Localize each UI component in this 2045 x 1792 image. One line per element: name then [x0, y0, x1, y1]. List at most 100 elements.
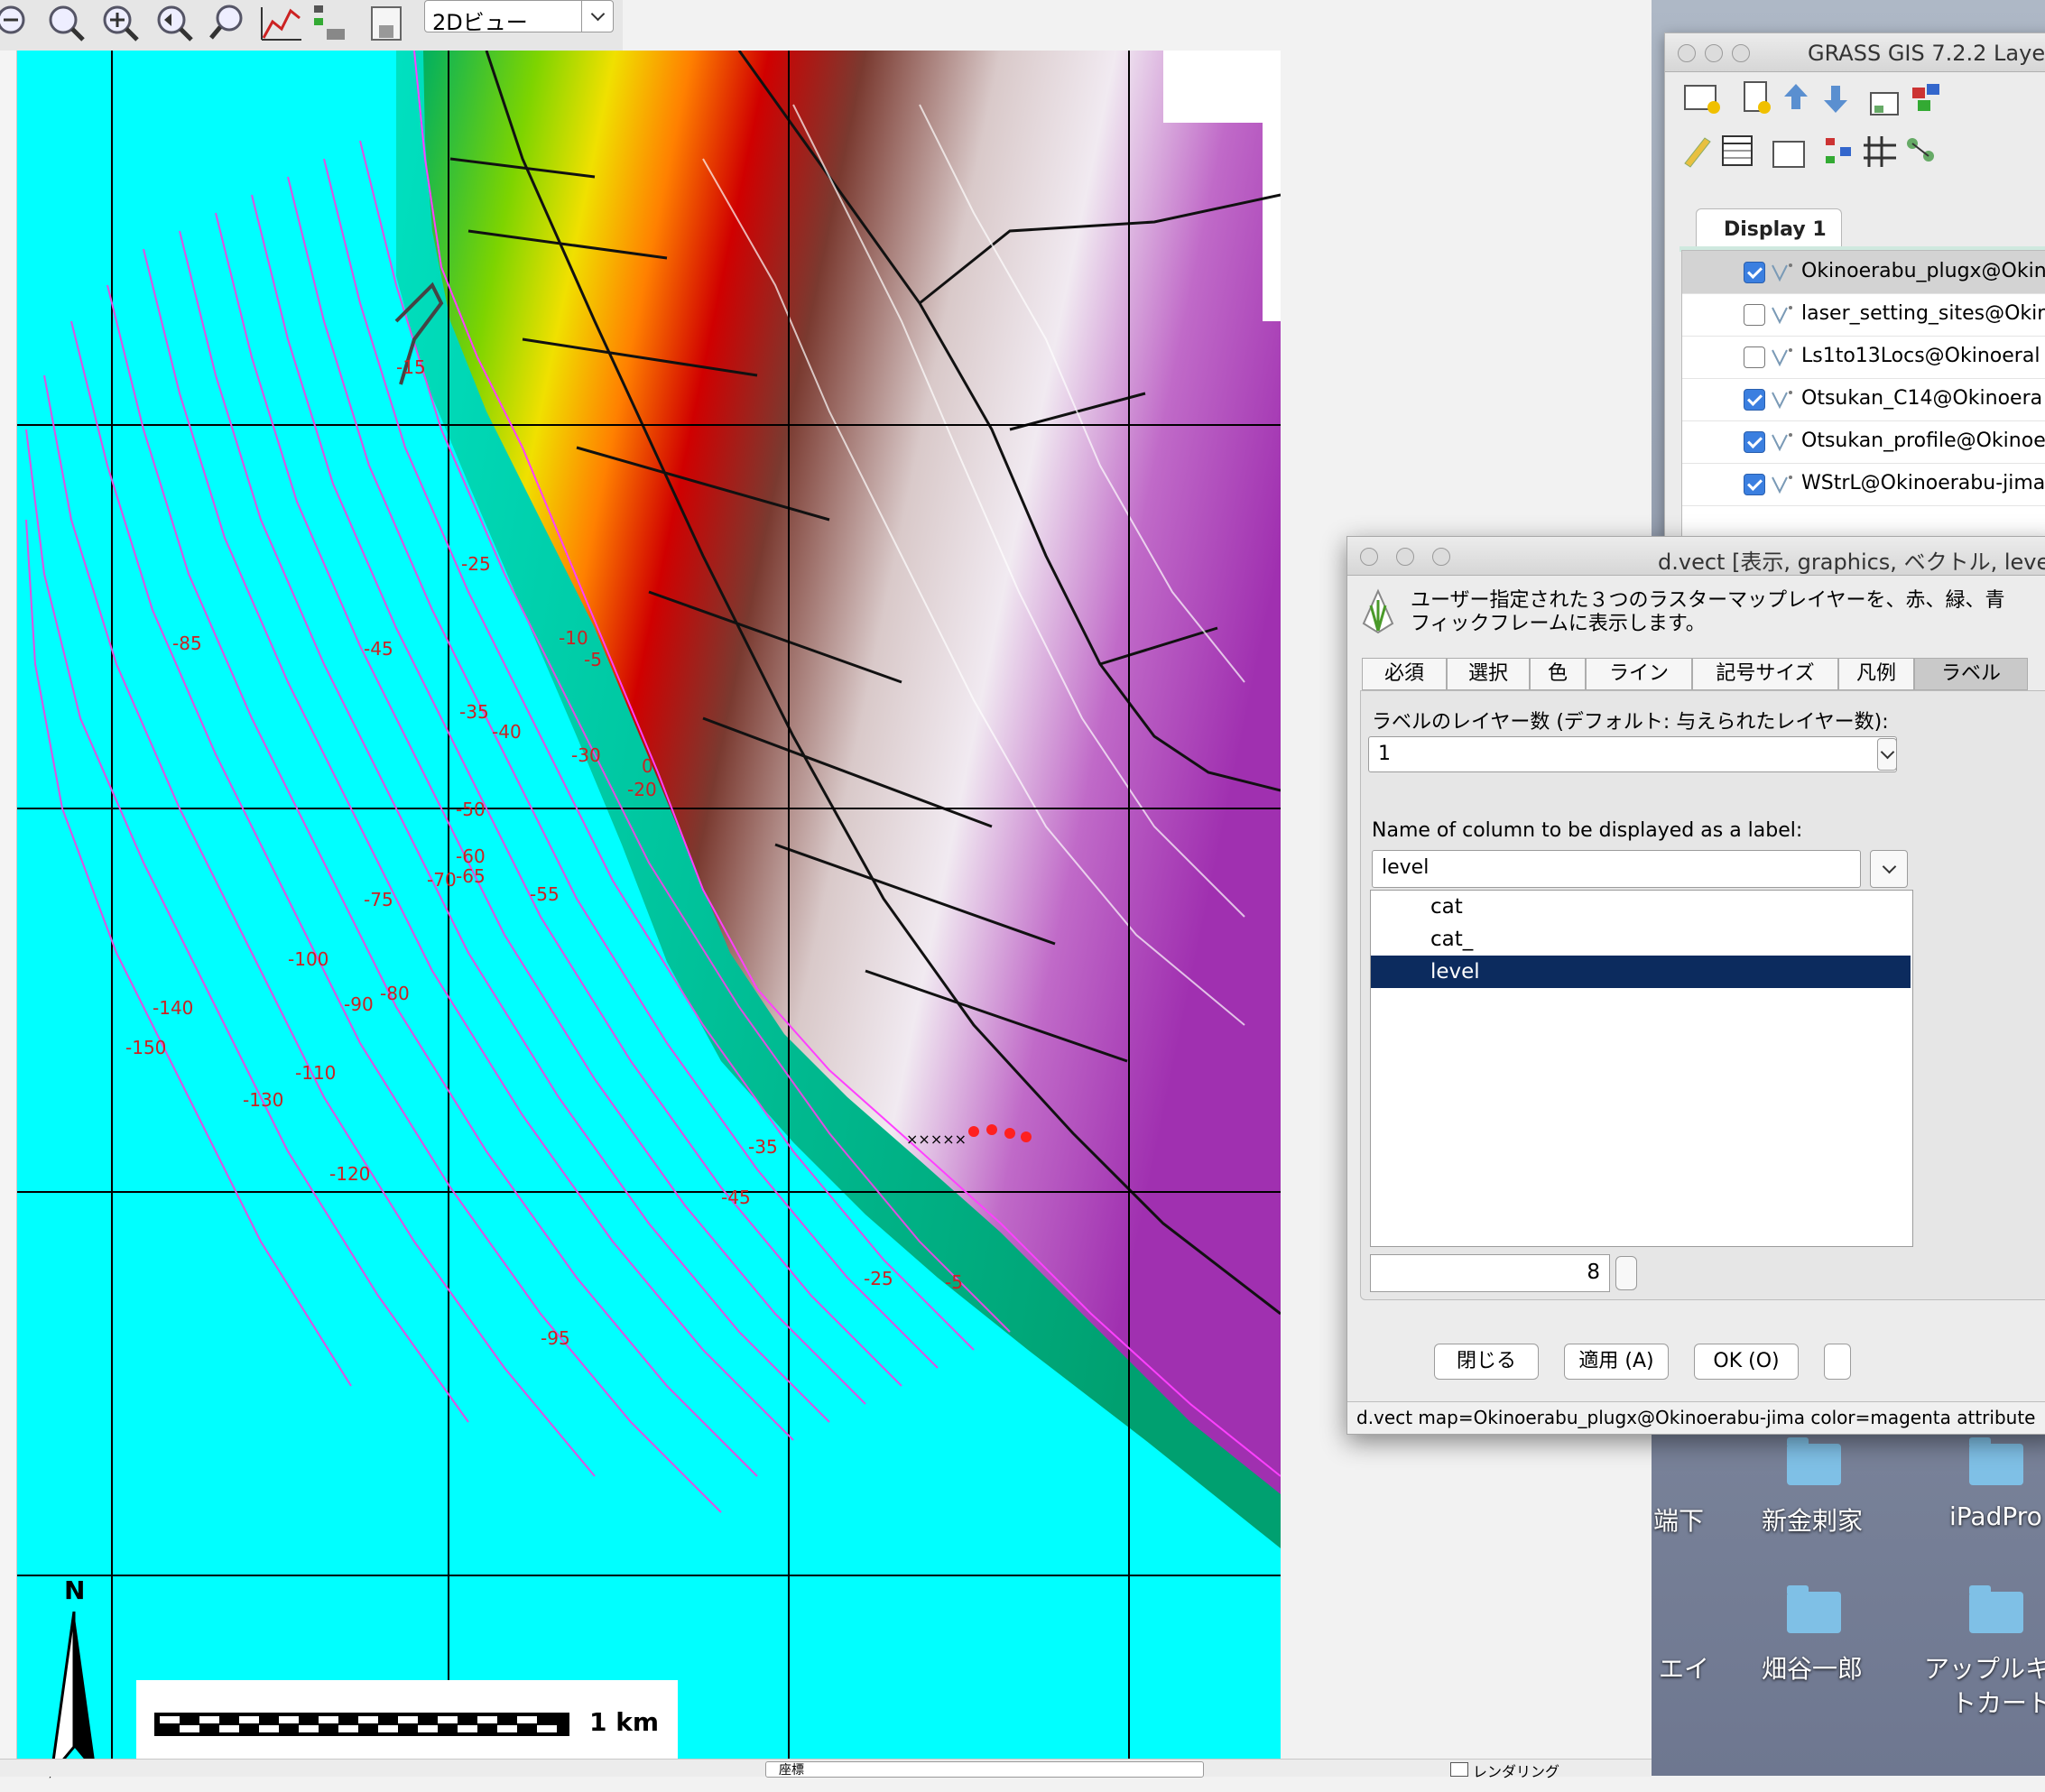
list-item[interactable]: cat	[1371, 891, 1911, 923]
grid-icon[interactable]	[1860, 133, 1902, 169]
label-size-value: 8	[1587, 1261, 1600, 1284]
depth-label: -85	[172, 633, 202, 654]
layer-manager-titlebar[interactable]: GRASS GIS 7.2.2 Laye	[1665, 33, 2045, 72]
depth-label: -5	[945, 1271, 963, 1293]
attribute-table-icon[interactable]	[1717, 133, 1759, 169]
dvect-description: ユーザー指定された３つのラスターマップレイヤーを、赤、緑、青 フィックフレームに…	[1411, 589, 2004, 636]
desktop-item-label[interactable]: トカート	[1951, 1684, 2045, 1720]
coordinate-field[interactable]: 座標	[765, 1761, 1204, 1778]
label-layer-value: 1	[1378, 743, 1391, 765]
layer-checkbox[interactable]	[1744, 431, 1765, 453]
layer-row[interactable]: Otsukan_profile@Okinoe	[1682, 420, 2045, 464]
tab-selection[interactable]: 選択	[1447, 658, 1530, 690]
folder-icon[interactable]	[1969, 1585, 2023, 1633]
desktop-item-label[interactable]: iPadPro	[1949, 1501, 2042, 1531]
save-workspace-icon[interactable]	[1815, 80, 1856, 116]
dvect-description-line1: ユーザー指定された３つのラスターマップレイヤーを、赤、緑、青	[1411, 589, 2005, 612]
folder-icon[interactable]	[1969, 1437, 2023, 1485]
modeler-icon[interactable]	[1902, 133, 1943, 169]
new-workspace-icon[interactable]	[1735, 80, 1777, 116]
analyze-icon[interactable]	[307, 2, 354, 43]
label-layer-label: ラベルのレイヤー数 (デフォルト: 与えられたレイヤー数):	[1372, 711, 1889, 734]
close-window-icon[interactable]	[1678, 44, 1696, 62]
layer-name: Otsukan_C14@Okinoera	[1801, 387, 2043, 410]
folder-icon[interactable]	[1787, 1585, 1841, 1633]
cartographic-composer-icon[interactable]	[1820, 133, 1862, 169]
depth-label: -45	[364, 638, 393, 660]
layer-checkbox[interactable]	[1744, 389, 1765, 411]
depth-label: 0	[642, 755, 653, 777]
desktop-item-label[interactable]: 畑谷一郎	[1762, 1649, 1863, 1686]
dvect-tabs: 必須 選択 色 ライン 記号サイズ 凡例 ラベル	[1362, 658, 2045, 692]
depth-label: -55	[530, 883, 560, 905]
layer-checkbox[interactable]	[1744, 474, 1765, 495]
label-layer-combo[interactable]: 1	[1368, 736, 1897, 772]
view-mode-value: 2Dビュー	[432, 10, 528, 35]
minimize-window-icon[interactable]	[1705, 44, 1723, 62]
depth-label: -40	[492, 721, 522, 743]
apply-button[interactable]: 適用 (A)	[1564, 1344, 1669, 1380]
edit-pencil-icon[interactable]	[1678, 133, 1719, 169]
zoom-in-icon[interactable]	[96, 2, 143, 43]
tab-display-1[interactable]: Display 1	[1696, 208, 1842, 249]
layer-checkbox[interactable]	[1744, 304, 1765, 326]
list-item[interactable]: level	[1371, 956, 1911, 988]
chevron-down-icon[interactable]	[1870, 850, 1908, 888]
save-display-icon[interactable]	[365, 2, 412, 43]
list-item[interactable]: cat_	[1371, 923, 1911, 956]
maximize-window-icon[interactable]	[1732, 44, 1750, 62]
desktop-item-label[interactable]: 新金剌家	[1762, 1501, 1863, 1538]
layer-manager-window: GRASS GIS 7.2.2 Laye Display 1 Okinoerab…	[1664, 32, 2045, 540]
zoom-out-icon[interactable]	[0, 2, 34, 43]
layer-row[interactable]: Otsukan_C14@Okinoera	[1682, 378, 2045, 421]
column-list[interactable]: cat cat_ level	[1370, 890, 1913, 1247]
desktop-item-label[interactable]: 端下	[1653, 1501, 1704, 1538]
spinner-arrows-icon[interactable]	[1615, 1256, 1637, 1290]
desktop-item-label[interactable]: アップルキ	[1924, 1649, 2045, 1686]
profile-icon[interactable]	[258, 2, 305, 43]
svg-text:×××××: ×××××	[906, 1131, 967, 1148]
chevron-down-icon[interactable]	[1877, 738, 1897, 771]
layer-row[interactable]: Okinoerabu_plugx@Okin	[1682, 251, 2045, 294]
layer-row[interactable]: laser_setting_sites@Okin	[1682, 293, 2045, 337]
tab-symbol-size[interactable]: 記号サイズ	[1692, 658, 1838, 690]
folder-icon[interactable]	[1787, 1437, 1841, 1485]
layer-row[interactable]: WStrL@Okinoerabu-jima	[1682, 463, 2045, 506]
zoom-back-icon[interactable]	[150, 2, 197, 43]
render-checkbox[interactable]	[1450, 1762, 1468, 1777]
minimize-window-icon[interactable]	[1396, 548, 1414, 566]
tab-colors[interactable]: 色	[1530, 658, 1586, 690]
tab-legend[interactable]: 凡例	[1838, 658, 1914, 690]
depth-label: -70	[427, 869, 457, 891]
dvect-description-line2: フィックフレームに表示します。	[1411, 613, 1706, 635]
maximize-window-icon[interactable]	[1432, 548, 1450, 566]
view-mode-select[interactable]: 2Dビュー	[424, 0, 614, 35]
map-canvas[interactable]: ××××× -15 -25 -10 -5 -85 -45 -35 0 -40 -30 -20 -50-…	[16, 50, 1282, 1778]
command-console-icon[interactable]	[1770, 136, 1811, 172]
ok-button[interactable]: OK (O)	[1694, 1344, 1799, 1380]
column-input[interactable]: level	[1372, 850, 1861, 888]
extra-button[interactable]	[1824, 1344, 1851, 1380]
tab-lines[interactable]: ライン	[1586, 658, 1692, 690]
layer-manager-title: GRASS GIS 7.2.2 Laye	[1808, 41, 2045, 66]
layer-row[interactable]: Ls1to13Locs@Okinoeral	[1682, 336, 2045, 379]
map-svg: ××××× -15-25-10-5-85 -45-350-40-30-20-50-…	[17, 50, 1282, 1759]
tab-labels[interactable]: ラベル	[1914, 658, 2028, 690]
new-display-icon[interactable]	[1681, 80, 1723, 116]
add-layers-icon[interactable]	[1909, 80, 1950, 116]
chevron-down-icon[interactable]	[581, 1, 613, 32]
zoom-extent-icon[interactable]	[42, 2, 88, 43]
layer-checkbox[interactable]	[1744, 262, 1765, 283]
load-workspace-icon[interactable]	[1775, 80, 1817, 116]
layer-checkbox[interactable]	[1744, 346, 1765, 368]
zoom-region-icon[interactable]	[204, 2, 251, 43]
label-size-input[interactable]: 8	[1370, 1254, 1610, 1292]
north-arrow-icon	[49, 1612, 97, 1778]
close-button[interactable]: 閉じる	[1434, 1344, 1539, 1380]
dvect-titlebar[interactable]: d.vect [表示, graphics, ベクトル, leve	[1347, 537, 2045, 576]
coordinate-label: 座標	[779, 1763, 804, 1778]
tab-required[interactable]: 必須	[1362, 658, 1447, 690]
desktop-item-label[interactable]: エイ	[1659, 1649, 1709, 1686]
close-window-icon[interactable]	[1360, 548, 1378, 566]
add-raster-icon[interactable]	[1865, 84, 1907, 120]
